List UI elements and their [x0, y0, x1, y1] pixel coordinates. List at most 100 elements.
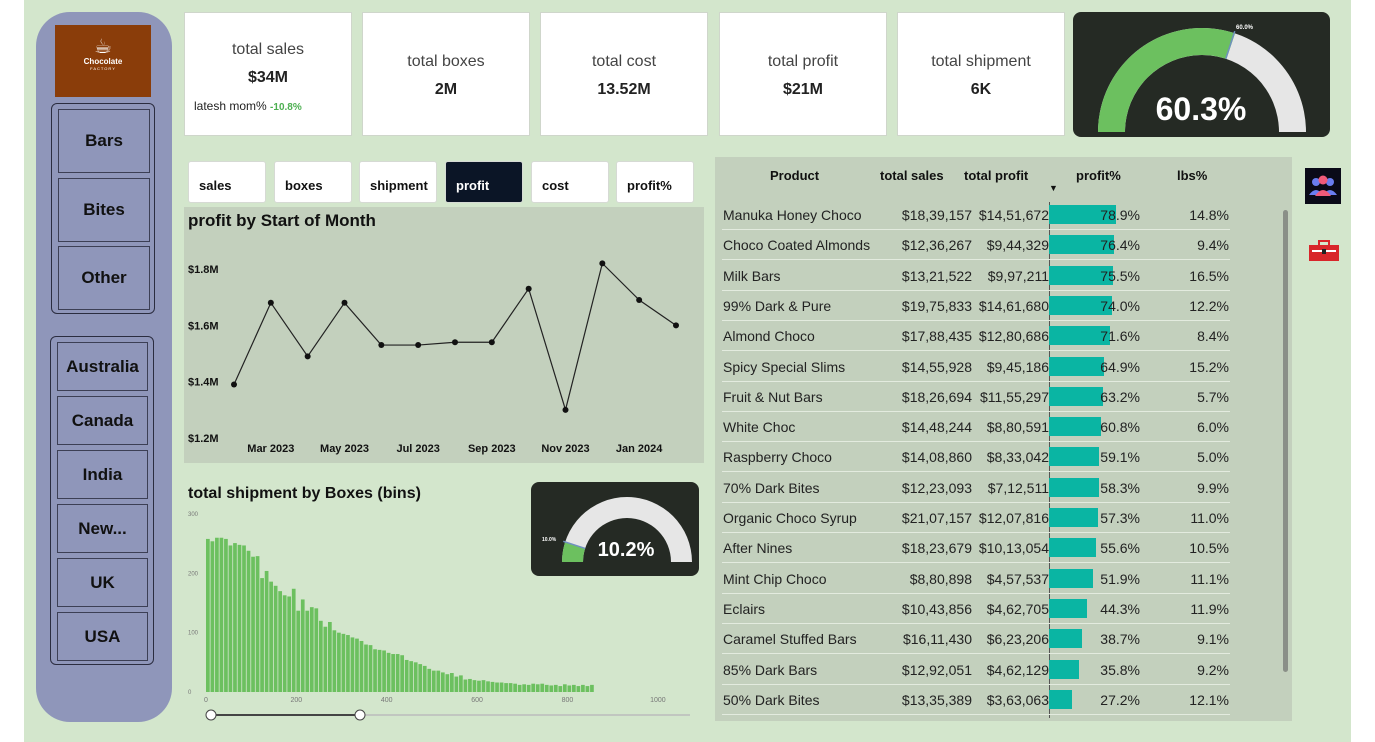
histogram-bar — [427, 668, 432, 692]
metric-tabs: sales boxes shipment profit cost profit% — [184, 157, 700, 207]
table-row[interactable]: Eclairs $10,43,856 $4,62,705 44.3% 11.9% — [722, 594, 1230, 624]
data-point — [231, 381, 237, 388]
team-icon[interactable] — [1305, 168, 1341, 204]
table-row[interactable]: 85% Dark Bars $12,92,051 $4,62,129 35.8% 9.2… — [722, 655, 1230, 685]
histogram-bar — [291, 588, 296, 692]
table-row[interactable]: Organic Choco Syrup $21,07,157 $12,07,816 5… — [722, 503, 1230, 533]
histogram-bar — [377, 649, 382, 692]
column-header-profit-percent[interactable]: profit% — [1076, 168, 1121, 183]
tab-boxes[interactable]: boxes — [274, 161, 352, 203]
range-slider-min-handle[interactable] — [205, 709, 217, 721]
toolbox-icon-glyph — [1309, 240, 1339, 261]
table-row[interactable]: Choco Coated Almonds $12,36,267 $9,44,329 7… — [722, 230, 1230, 261]
cell-total-sales: $18,39,157 — [901, 207, 972, 223]
x-tick-label: Jan 2024 — [616, 443, 663, 455]
cell-lbs-percent: 15.2% — [1189, 358, 1229, 375]
table-row[interactable]: Manuka Honey Choco $18,39,157 $14,51,672 78… — [722, 200, 1230, 230]
table-row[interactable]: Spicy Special Slims $14,55,928 $9,45,186 64… — [722, 352, 1230, 382]
table-row[interactable]: Raspberry Choco $14,08,860 $8,33,042 59.1% 5… — [722, 442, 1230, 473]
histogram-bar — [422, 665, 427, 692]
cell-total-profit: $10,13,054 — [978, 540, 1049, 557]
histogram-bar — [300, 599, 305, 692]
table-row[interactable]: Mint Chip Choco $8,80,898 $4,57,537 51.9% 11… — [722, 564, 1230, 594]
table-row[interactable]: 99% Dark & Pure $19,75,833 $14,61,680 74.0%… — [722, 291, 1230, 321]
histogram-bar — [224, 538, 228, 692]
cell-profit-percent: 35.8% — [1100, 661, 1140, 678]
cell-lbs-percent: 9.4% — [1197, 237, 1229, 254]
kpi-card-total-boxes: total boxes 2M — [362, 12, 530, 136]
histogram-bar — [454, 676, 459, 692]
histogram-bar — [318, 620, 323, 692]
column-header-product[interactable]: Product — [770, 168, 819, 183]
histogram-bar — [495, 682, 499, 692]
cell-lbs-percent: 5.7% — [1197, 388, 1229, 405]
sort-descending-icon[interactable]: ▼ — [1049, 183, 1058, 193]
country-button-india[interactable]: India — [57, 450, 148, 499]
data-point — [452, 339, 458, 346]
cell-lbs-percent: 16.5% — [1189, 267, 1229, 284]
toolbox-icon[interactable] — [1308, 240, 1340, 262]
country-button-usa[interactable]: USA — [57, 612, 148, 661]
cell-profit-percent: 38.7% — [1100, 631, 1140, 648]
cell-lbs-percent: 9.9% — [1197, 479, 1229, 496]
histogram-bar — [581, 684, 585, 692]
histogram-bar — [526, 684, 531, 692]
histogram-bar — [531, 683, 536, 692]
shipment-gauge: 10.0% 10.2% — [531, 482, 699, 576]
cell-product: 70% Dark Bites — [723, 479, 820, 496]
column-header-total-sales[interactable]: total sales — [880, 168, 944, 183]
cell-total-profit: $9,45,186 — [986, 358, 1049, 375]
country-button-new-zealand[interactable]: New... — [57, 504, 148, 553]
cell-profit-percent: 55.6% — [1100, 540, 1140, 557]
gauge-target-label: 60.0% — [1236, 25, 1254, 31]
histogram-bar — [562, 684, 567, 692]
table-row[interactable]: After Nines $18,23,679 $10,13,054 55.6% 10.5… — [722, 533, 1230, 564]
histogram-bar — [508, 683, 513, 692]
table-row[interactable]: 70% Dark Bites $12,23,093 $7,12,511 58.3% 9.… — [722, 473, 1230, 503]
country-button-uk[interactable]: UK — [57, 558, 148, 607]
cell-lbs-percent: 9.2% — [1197, 661, 1229, 678]
cell-profit-percent: 75.5% — [1100, 267, 1140, 284]
cell-total-profit: $14,61,680 — [978, 297, 1049, 314]
y-tick-label: $1.4M — [188, 377, 219, 389]
table-row[interactable]: Milk Bars $13,21,522 $9,97,211 75.5% 16.5% — [722, 261, 1230, 291]
histogram-bar — [468, 678, 472, 692]
cell-total-profit: $11,55,297 — [979, 388, 1049, 405]
profit-percent-bar — [1049, 477, 1099, 497]
table-row[interactable]: Fruit & Nut Bars $18,26,694 $11,55,297 63.2… — [722, 382, 1230, 412]
cell-product: Almond Choco — [723, 328, 815, 345]
cell-total-sales: $18,26,694 — [901, 388, 972, 405]
table-row[interactable]: Almond Choco $17,88,435 $12,80,686 71.6% 8.4… — [722, 321, 1230, 352]
cell-lbs-percent: 9.1% — [1197, 631, 1229, 648]
logo-subtitle: FACTORY — [90, 66, 116, 71]
range-slider-max-handle[interactable] — [354, 709, 366, 721]
column-header-total-profit[interactable]: total profit — [964, 168, 1028, 183]
cell-lbs-percent: 5.0% — [1197, 449, 1229, 466]
y-tick-label: 100 — [188, 631, 199, 637]
country-button-canada[interactable]: Canada — [57, 396, 148, 445]
country-button-australia[interactable]: Australia — [57, 342, 148, 391]
cell-lbs-percent: 10.5% — [1189, 540, 1229, 557]
x-tick-label: Sep 2023 — [468, 443, 516, 455]
x-tick-label: Mar 2023 — [247, 443, 294, 455]
tab-profit-percent[interactable]: profit% — [616, 161, 694, 203]
cell-total-profit: $14,51,672 — [978, 207, 1049, 223]
table-row[interactable]: 50% Dark Bites $13,35,389 $3,63,063 27.2% 12… — [722, 685, 1230, 715]
tab-sales[interactable]: sales — [188, 161, 266, 203]
table-row[interactable]: White Choc $14,48,244 $8,80,591 60.8% 6.0% — [722, 412, 1230, 443]
gauge-svg: 10.0% 10.2% — [542, 497, 692, 562]
histogram-bar — [368, 645, 373, 692]
cell-total-sales: $14,08,860 — [901, 449, 972, 466]
x-tick-label: 800 — [562, 697, 574, 704]
tab-shipment[interactable]: shipment — [359, 161, 437, 203]
table-row[interactable]: Caramel Stuffed Bars $16,11,430 $6,23,206 3… — [722, 624, 1230, 655]
category-button-bars[interactable]: Bars — [58, 109, 150, 173]
tab-cost[interactable]: cost — [531, 161, 609, 203]
table-scrollbar[interactable] — [1283, 210, 1288, 672]
tab-profit[interactable]: profit — [445, 161, 523, 203]
category-button-other[interactable]: Other — [58, 246, 150, 310]
kpi-value: 13.52M — [597, 81, 651, 98]
column-header-lbs-percent[interactable]: lbs% — [1177, 168, 1207, 183]
category-button-bites[interactable]: Bites — [58, 178, 150, 242]
histogram-bar — [233, 543, 237, 692]
